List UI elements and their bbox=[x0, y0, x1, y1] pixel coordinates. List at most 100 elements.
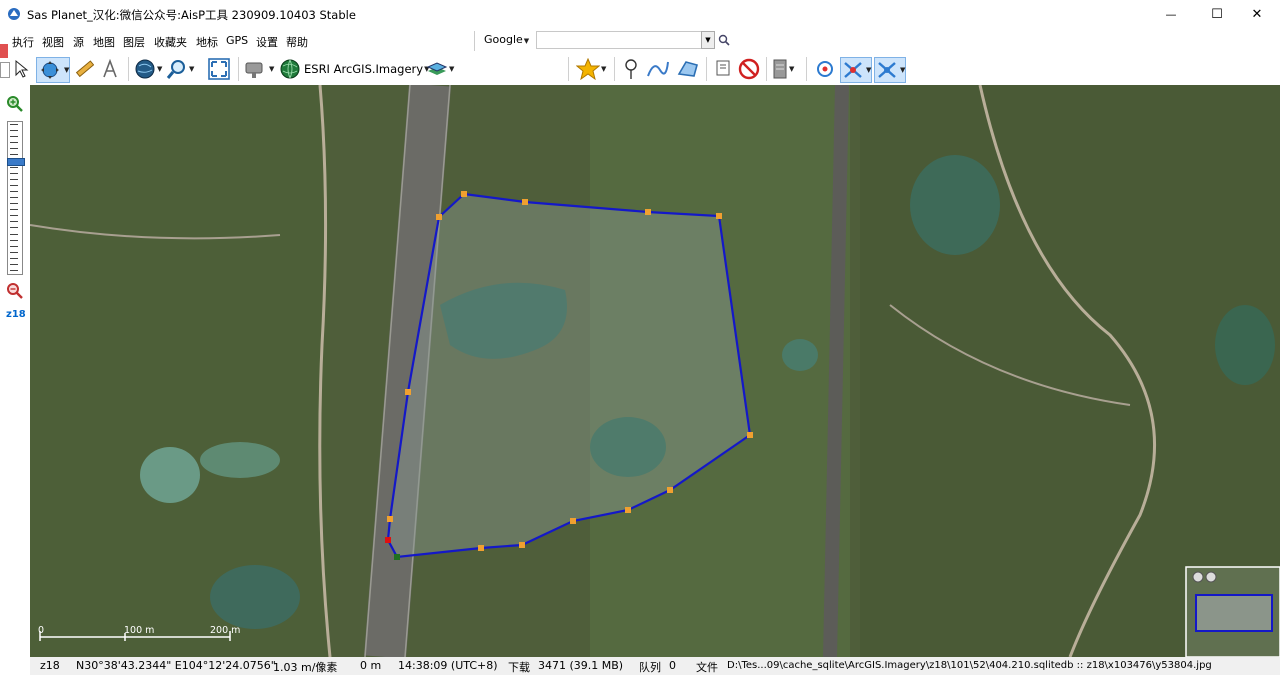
hide-placemarks-button[interactable] bbox=[712, 57, 734, 81]
pond bbox=[210, 565, 300, 629]
polygon-vertex[interactable] bbox=[436, 214, 442, 220]
zoom-slider-tick bbox=[10, 233, 18, 235]
polygon-vertex[interactable] bbox=[461, 191, 467, 197]
move-tool-button[interactable]: ▼ bbox=[36, 57, 71, 83]
zoom-slider-tick bbox=[10, 257, 18, 259]
cache-button[interactable]: ▼ bbox=[772, 57, 794, 81]
fullscreen-button[interactable] bbox=[208, 57, 230, 81]
map-source-label: ESRI ArcGIS.Imagery bbox=[304, 62, 424, 76]
add-polygon-button[interactable] bbox=[676, 57, 700, 81]
toolbar-separator bbox=[614, 57, 615, 81]
zoom-slider-tick bbox=[10, 130, 18, 132]
polygon-vertex[interactable] bbox=[405, 389, 411, 395]
fullscreen-icon bbox=[208, 58, 230, 80]
add-polyline-button[interactable] bbox=[646, 57, 670, 81]
zoom-button[interactable]: ▼ bbox=[166, 57, 194, 81]
zoom-slider-tick bbox=[10, 221, 18, 223]
polygon-vertex[interactable] bbox=[747, 432, 753, 438]
minimize-button[interactable]: — bbox=[1148, 0, 1194, 28]
globe-button[interactable]: ▼ bbox=[134, 57, 162, 81]
gps-center-button[interactable]: ▼ bbox=[874, 57, 907, 83]
zoom-slider-tick bbox=[10, 197, 18, 198]
zoom-slider[interactable] bbox=[7, 121, 25, 275]
mini-map-zoom-out-icon[interactable] bbox=[1192, 571, 1204, 583]
menu-placemarks[interactable]: 地标 bbox=[196, 34, 218, 50]
menu-gps[interactable]: GPS bbox=[226, 34, 248, 47]
search-input[interactable] bbox=[536, 31, 706, 49]
menu-bar: 执行 视图 源 地图 图层 收藏夹 地标 GPS 设置 帮助 Google▼ ▼ bbox=[0, 28, 1280, 53]
polygon-vertex[interactable] bbox=[387, 516, 393, 522]
zoom-slider-tick bbox=[10, 148, 18, 150]
polygon-vertex[interactable] bbox=[716, 213, 722, 219]
zoom-slider-tick bbox=[10, 203, 18, 205]
add-placemark-button[interactable] bbox=[622, 57, 640, 81]
search-engine-select[interactable]: Google▼ bbox=[484, 33, 529, 46]
side-check-icon[interactable] bbox=[0, 62, 10, 78]
polygon-vertex[interactable] bbox=[570, 518, 576, 524]
menu-settings[interactable]: 设置 bbox=[256, 34, 278, 50]
menu-favorites[interactable]: 收藏夹 bbox=[154, 34, 187, 50]
chevron-down-icon: ▼ bbox=[157, 65, 163, 73]
pond bbox=[1215, 305, 1275, 385]
layers-button[interactable]: ▼ bbox=[426, 57, 454, 81]
status-time: 14:38:09 (UTC+8) bbox=[398, 659, 498, 672]
polygon-vertex[interactable] bbox=[522, 199, 528, 205]
mini-map-viewport[interactable] bbox=[1195, 594, 1273, 632]
zoom-slider-tick bbox=[10, 263, 18, 265]
polygon-end-vertex[interactable] bbox=[394, 554, 400, 560]
toolbar-separator bbox=[238, 57, 239, 81]
toolbar-separator bbox=[706, 57, 707, 81]
gps-connect-button[interactable] bbox=[814, 57, 836, 81]
cursor-icon bbox=[15, 59, 29, 78]
favorites-button[interactable]: ▼ bbox=[576, 57, 606, 81]
status-bar: z18 N30°38'43.2344" E104°12'24.0756" 1.0… bbox=[30, 657, 1280, 675]
search-dropdown-button[interactable]: ▼ bbox=[701, 31, 715, 49]
cursor-tool-button[interactable] bbox=[12, 57, 30, 81]
menu-help[interactable]: 帮助 bbox=[286, 34, 308, 50]
gps-icon bbox=[817, 61, 833, 77]
polygon-vertex[interactable] bbox=[645, 209, 651, 215]
chevron-down-icon: ▼ bbox=[269, 65, 275, 73]
esri-globe-icon bbox=[280, 59, 300, 79]
satellite-button[interactable]: ▼ bbox=[244, 57, 274, 81]
toolbar-separator bbox=[766, 57, 767, 81]
close-button[interactable]: ✕ bbox=[1234, 0, 1280, 28]
ruler-button[interactable] bbox=[74, 57, 94, 81]
polygon-vertex[interactable] bbox=[478, 545, 484, 551]
map-source-select[interactable]: ESRI ArcGIS.Imagery ▼ bbox=[280, 57, 429, 81]
side-close-icon[interactable] bbox=[0, 44, 8, 58]
menu-source[interactable]: 源 bbox=[73, 34, 84, 50]
zoom-in-icon[interactable] bbox=[6, 95, 24, 113]
menu-layers[interactable]: 图层 bbox=[123, 34, 145, 50]
zoom-panel: z18 bbox=[0, 85, 30, 657]
menu-map[interactable]: 地图 bbox=[93, 34, 115, 50]
toolbar-separator bbox=[568, 57, 569, 81]
status-file-label: 文件 bbox=[696, 661, 718, 674]
toolbar-separator bbox=[806, 57, 807, 81]
delete-placemarks-button[interactable] bbox=[738, 57, 760, 81]
menu-view[interactable]: 视图 bbox=[42, 34, 64, 50]
pond bbox=[910, 155, 1000, 255]
polygon-vertex[interactable] bbox=[519, 542, 525, 548]
polygon-vertex[interactable] bbox=[625, 507, 631, 513]
chevron-down-icon: ▼ bbox=[900, 66, 906, 74]
chevron-down-icon: ▼ bbox=[64, 66, 70, 74]
path-button[interactable] bbox=[100, 57, 120, 81]
status-file-path: D:\Tes...09\cache_sqlite\ArcGIS.Imagery\… bbox=[727, 660, 1212, 671]
polygon-start-vertex[interactable] bbox=[385, 537, 391, 543]
zoom-slider-tick bbox=[10, 239, 18, 241]
delete-mark-icon bbox=[738, 58, 760, 80]
mini-map-zoom-in-icon[interactable] bbox=[1205, 571, 1217, 583]
map-view[interactable]: 0 100 m 200 m bbox=[30, 85, 1280, 657]
gps-track-icon bbox=[844, 62, 862, 78]
search-icon[interactable] bbox=[718, 34, 730, 46]
zoom-slider-thumb[interactable] bbox=[7, 157, 25, 166]
gps-track-button[interactable]: ▼ bbox=[840, 57, 873, 83]
status-queue-label: 队列 bbox=[639, 661, 661, 674]
chevron-down-icon: ▼ bbox=[866, 66, 872, 74]
zoom-out-icon[interactable] bbox=[6, 282, 24, 300]
zoom-slider-tick bbox=[10, 245, 18, 247]
polygon-vertex[interactable] bbox=[667, 487, 673, 493]
menu-execute[interactable]: 执行 bbox=[12, 34, 34, 50]
mini-map[interactable] bbox=[1185, 566, 1280, 657]
